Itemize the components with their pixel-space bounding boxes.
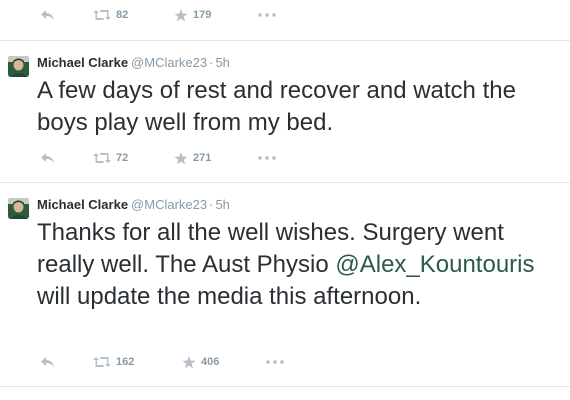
favorite-button[interactable]: 406 xyxy=(182,353,219,371)
star-icon xyxy=(174,151,188,164)
header-separator: · xyxy=(209,55,214,70)
tweet-partial: 82 179 xyxy=(0,0,570,41)
tweet[interactable]: Michael Clarke @MClarke23 · 5h Thanks for a… xyxy=(0,183,570,387)
tweet-text-after: will update the media this afternoon. xyxy=(37,283,422,310)
tweet[interactable]: Michael Clarke @MClarke23 · 5h A few days o… xyxy=(0,41,570,183)
reply-button[interactable] xyxy=(40,6,55,24)
more-button[interactable] xyxy=(258,149,276,167)
tweet-text: A few days of rest and recover and watch… xyxy=(37,77,516,136)
timeline: 82 179 Michael Clarke @MClarke23 · 5h A … xyxy=(0,0,570,387)
avatar-image xyxy=(8,198,29,219)
retweet-icon xyxy=(93,153,111,163)
user-handle[interactable]: @MClarke23 xyxy=(131,197,207,212)
avatar-image xyxy=(8,56,29,77)
reply-icon xyxy=(41,10,54,20)
retweet-button[interactable]: 82 xyxy=(93,6,128,24)
tweet-text: Thanks for all the well wishes. Surgery … xyxy=(37,217,562,313)
user-fullname[interactable]: Michael Clarke xyxy=(37,55,128,70)
tweet-timestamp[interactable]: 5h xyxy=(215,197,229,212)
reply-button[interactable] xyxy=(40,149,55,167)
reply-icon xyxy=(41,357,54,367)
tweet-actions: 72 271 xyxy=(40,149,300,167)
tweet-header: Michael Clarke @MClarke23 · 5h xyxy=(37,55,230,71)
retweet-icon xyxy=(93,10,111,20)
favorite-count: 406 xyxy=(201,356,220,368)
favorite-button[interactable]: 179 xyxy=(174,6,211,24)
favorite-count: 179 xyxy=(193,9,212,21)
tweet-actions: 82 179 xyxy=(40,6,300,24)
mention-link[interactable]: @Alex_Kountouris xyxy=(335,251,534,278)
more-button[interactable] xyxy=(258,6,276,24)
more-icon xyxy=(258,13,276,17)
tweet-actions: 162 406 xyxy=(40,353,300,371)
favorite-button[interactable]: 271 xyxy=(174,149,211,167)
star-icon xyxy=(174,8,188,21)
favorite-count: 271 xyxy=(193,152,212,164)
star-icon xyxy=(182,355,196,368)
retweet-icon xyxy=(93,357,111,367)
reply-icon xyxy=(41,153,54,163)
avatar[interactable] xyxy=(8,56,29,77)
user-handle[interactable]: @MClarke23 xyxy=(131,55,207,70)
retweet-button[interactable]: 72 xyxy=(93,149,128,167)
retweet-count: 82 xyxy=(116,9,129,21)
reply-button[interactable] xyxy=(40,353,55,371)
more-icon xyxy=(258,156,276,160)
tweet-header: Michael Clarke @MClarke23 · 5h xyxy=(37,197,230,213)
retweet-count: 72 xyxy=(116,152,129,164)
more-icon xyxy=(266,360,284,364)
avatar[interactable] xyxy=(8,198,29,219)
header-separator: · xyxy=(209,197,214,212)
tweet-timestamp[interactable]: 5h xyxy=(215,55,229,70)
retweet-button[interactable]: 162 xyxy=(93,353,134,371)
more-button[interactable] xyxy=(266,353,284,371)
retweet-count: 162 xyxy=(116,356,135,368)
user-fullname[interactable]: Michael Clarke xyxy=(37,197,128,212)
